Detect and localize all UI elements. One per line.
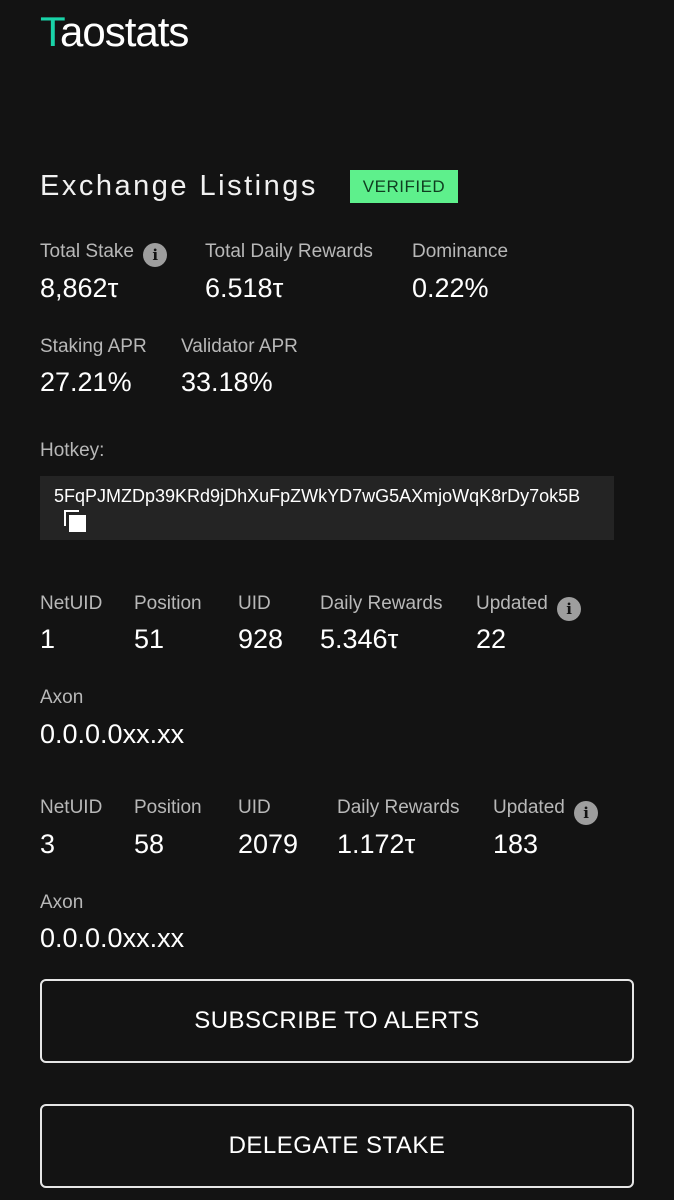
updated-label-row: Updated i bbox=[476, 593, 582, 621]
copy-icon[interactable] bbox=[64, 510, 86, 532]
info-icon[interactable]: i bbox=[143, 243, 168, 267]
netuid-value: 3 bbox=[40, 829, 56, 859]
validator-apr-label: Validator APR bbox=[181, 336, 298, 357]
uid-label: UID bbox=[238, 797, 271, 818]
daily-rewards-label: Daily Rewards bbox=[337, 797, 460, 818]
daily-rewards-label: Daily Rewards bbox=[320, 593, 443, 614]
position-label: Position bbox=[134, 593, 202, 614]
total-stake-label: Total Stake bbox=[40, 241, 134, 262]
axon-label: Axon bbox=[40, 892, 84, 913]
staking-apr-label: Staking APR bbox=[40, 336, 147, 357]
updated-label: Updated bbox=[476, 593, 548, 614]
validator-apr-value: 33.18% bbox=[181, 367, 273, 397]
hotkey-box: 5FqPJMZDp39KRd9jDhXuFpZWkYD7wG5AXmjoWqK8… bbox=[40, 476, 614, 540]
axon-value: 0.0.0.0xx.xx bbox=[40, 719, 185, 749]
total-stake-label-row: Total Stake i bbox=[40, 241, 168, 267]
daily-rewards-value: 1.172τ bbox=[337, 829, 416, 859]
position-label: Position bbox=[134, 797, 202, 818]
total-daily-rewards-value: 6.518τ bbox=[205, 273, 284, 303]
uid-label: UID bbox=[238, 593, 271, 614]
logo-rest: aostats bbox=[60, 8, 189, 55]
logo-first-letter: T bbox=[40, 8, 61, 55]
axon-label: Axon bbox=[40, 687, 84, 708]
verified-badge: VERIFIED bbox=[350, 170, 458, 203]
netuid-label: NetUID bbox=[40, 797, 103, 818]
uid-value: 928 bbox=[238, 624, 284, 654]
subscribe-to-alerts-button[interactable]: SUBSCRIBE TO ALERTS bbox=[40, 979, 634, 1063]
dominance-value: 0.22% bbox=[412, 273, 489, 303]
info-icon[interactable]: i bbox=[574, 801, 599, 825]
position-value: 58 bbox=[134, 829, 165, 859]
hotkey-value[interactable]: 5FqPJMZDp39KRd9jDhXuFpZWkYD7wG5AXmjoWqK8… bbox=[54, 486, 580, 506]
axon-value: 0.0.0.0xx.xx bbox=[40, 923, 185, 953]
updated-label-row: Updated i bbox=[493, 797, 599, 825]
validator-name: Exchange Listings bbox=[40, 170, 318, 202]
netuid-value: 1 bbox=[40, 624, 56, 654]
updated-value: 22 bbox=[476, 624, 507, 654]
taostats-logo[interactable]: Taostats bbox=[40, 8, 189, 56]
uid-value: 2079 bbox=[238, 829, 299, 859]
hotkey-label: Hotkey: bbox=[40, 440, 105, 461]
netuid-label: NetUID bbox=[40, 593, 103, 614]
delegate-stake-button[interactable]: DELEGATE STAKE bbox=[40, 1104, 634, 1188]
updated-value: 183 bbox=[493, 829, 539, 859]
dominance-label: Dominance bbox=[412, 241, 509, 262]
updated-label: Updated bbox=[493, 797, 565, 818]
staking-apr-value: 27.21% bbox=[40, 367, 132, 397]
info-icon[interactable]: i bbox=[557, 597, 582, 621]
position-value: 51 bbox=[134, 624, 165, 654]
total-daily-rewards-label: Total Daily Rewards bbox=[205, 241, 373, 262]
total-stake-value: 8,862τ bbox=[40, 273, 119, 303]
daily-rewards-value: 5.346τ bbox=[320, 624, 399, 654]
